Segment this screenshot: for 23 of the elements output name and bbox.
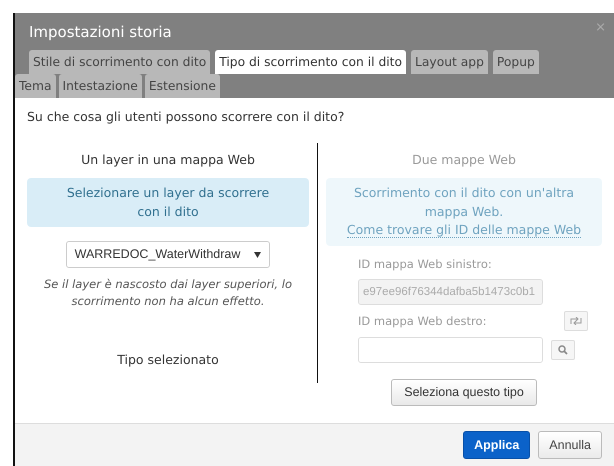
option-heading: Un layer in una mappa Web: [80, 151, 256, 170]
tab[interactable]: Stile di scorrimento con dito: [29, 50, 210, 74]
apply-button[interactable]: Applica: [463, 430, 530, 460]
field-label: ID mappa Web destro:: [358, 312, 486, 330]
tab[interactable]: Popup: [492, 50, 539, 74]
tab[interactable]: Tipo di scorrimento con il dito: [215, 50, 406, 74]
swap-icon: [570, 317, 582, 326]
tab[interactable]: Estensione: [144, 74, 220, 98]
field-label: ID mappa Web sinistro:: [358, 256, 493, 274]
caret-icon: [254, 252, 262, 258]
note-text: Se il layer è nascosto dai layer superiori, lo scorrimento non ha alcun effetto.: [43, 276, 293, 310]
search-icon: [558, 345, 568, 356]
question-text: Su che cosa gli utenti possono scorrere con il dito?: [27, 108, 346, 126]
cancel-button[interactable]: Annulla: [538, 430, 602, 460]
tab[interactable]: Tema: [15, 74, 56, 98]
status-text: Tipo selezionato: [116, 350, 220, 369]
layer-select[interactable]: WARREDOC_WaterWithdraw: [66, 241, 270, 268]
info-text: Scorrimento con il dito con un'altra mappa Web.: [352, 184, 576, 221]
window-title: Impostazioni storia: [28, 22, 172, 43]
info-message: Selezionare un layer da scorrere con il dito: [27, 178, 309, 228]
tab[interactable]: Layout app: [411, 50, 488, 74]
option-heading: Due mappe Web: [411, 151, 517, 170]
tab[interactable]: Intestazione: [58, 74, 142, 98]
